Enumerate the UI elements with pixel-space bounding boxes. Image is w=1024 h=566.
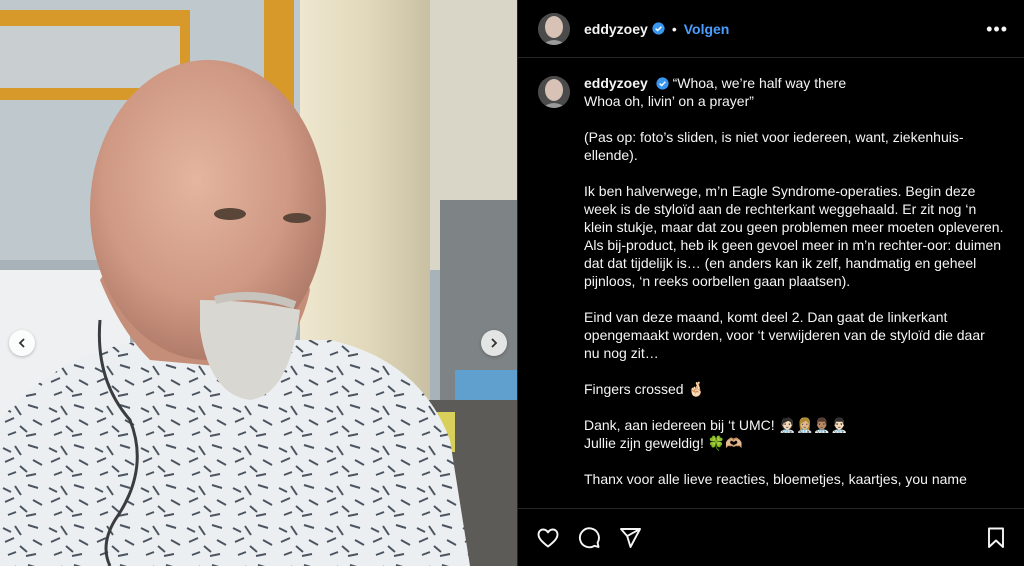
- caption-paragraph-part-two: Eind van deze maand, komt deel 2. Dan ga…: [584, 309, 985, 361]
- follow-button[interactable]: Volgen: [684, 21, 730, 37]
- verified-badge-icon: [652, 22, 665, 35]
- more-options-icon[interactable]: •••: [986, 20, 1008, 38]
- caption-paragraph-fingers-crossed: Fingers crossed 🤞🏻: [584, 381, 705, 397]
- previous-photo-button[interactable]: [9, 330, 35, 356]
- chevron-left-icon: [18, 338, 25, 348]
- caption-paragraph-surgery: Ik ben halverwege, m’n Eagle Syndrome-op…: [584, 183, 1004, 289]
- caption-thanks-umc: Dank, aan iedereen bij ‘t UMC! 🧑🏻‍⚕️👩🏼‍⚕…: [584, 417, 849, 433]
- heart-icon: [537, 528, 559, 547]
- post-header: eddyzoey • Volgen •••: [518, 0, 1024, 58]
- save-button[interactable]: [984, 526, 1008, 550]
- bookmark-icon: [988, 527, 1004, 548]
- share-button[interactable]: [618, 526, 642, 550]
- like-button[interactable]: [536, 526, 560, 550]
- post-photo[interactable]: [0, 0, 517, 566]
- hospital-selfie-photo: [0, 0, 517, 566]
- caption-thanks-great: Jullie zijn geweldig! 🍀🫶🏼: [584, 435, 743, 451]
- post-side-panel: eddyzoey • Volgen ••• eddyzoey “Whoa, we…: [517, 0, 1024, 566]
- post-caption: eddyzoey “Whoa, we’re half way there Who…: [584, 74, 1004, 508]
- caption-paragraph-warning: (Pas op: foto’s sliden, is niet voor ied…: [584, 129, 964, 163]
- caption-line-1: “Whoa, we’re half way there: [672, 75, 847, 91]
- header-username[interactable]: eddyzoey: [584, 21, 648, 37]
- caption-paragraph-thanx: Thanx voor alle lieve reacties, bloemetj…: [584, 471, 967, 487]
- profile-picture: [538, 12, 570, 45]
- verified-badge-icon: [656, 77, 669, 90]
- comment-button[interactable]: [577, 526, 601, 550]
- comment-icon: [578, 526, 600, 548]
- separator-dot: •: [671, 20, 677, 37]
- profile-picture: [538, 76, 570, 108]
- avatar[interactable]: [538, 12, 570, 45]
- caption-avatar[interactable]: [538, 76, 570, 108]
- comments-area[interactable]: eddyzoey “Whoa, we’re half way there Who…: [518, 58, 1024, 508]
- caption-username[interactable]: eddyzoey: [584, 75, 648, 91]
- post-actions-bar: [518, 508, 1024, 566]
- chevron-right-icon: [491, 338, 498, 348]
- caption-line-2: Whoa oh, livin’ on a prayer”: [584, 93, 754, 109]
- next-photo-button[interactable]: [481, 330, 507, 356]
- instagram-post-modal: eddyzoey • Volgen ••• eddyzoey “Whoa, we…: [0, 0, 1024, 566]
- paper-plane-icon: [620, 527, 641, 548]
